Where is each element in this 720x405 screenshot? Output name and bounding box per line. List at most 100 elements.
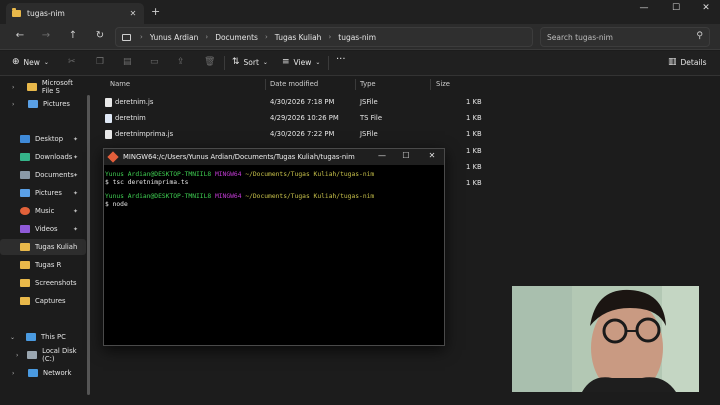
breadcrumb-item[interactable]: Yunus Ardian [150,33,199,42]
terminal-command-line: $ tsc deretnimprima.ts [105,179,189,186]
sidebar-item-microsoft-file[interactable]: › Microsoft File S [0,79,86,95]
pc-icon [122,33,131,41]
chevron-right-icon[interactable]: › [16,352,23,359]
minimize-button[interactable]: — [634,3,654,13]
rename-icon[interactable]: ▭ [150,57,159,67]
folder-icon [20,261,30,269]
tab-tugas-nim[interactable]: tugas-nim ✕ [6,3,144,24]
title-bar: tugas-nim ✕ + — ☐ ✕ [0,0,720,24]
sidebar-item-pictures[interactable]: Pictures ✦ [0,185,86,201]
js-file-icon [105,98,112,107]
breadcrumb[interactable]: › Yunus Ardian › Documents › Tugas Kulia… [115,27,533,47]
folder-icon [12,8,21,17]
file-name: deretnim [115,114,146,122]
file-name: deretnimprima.js [115,130,174,138]
sidebar-item-this-pc[interactable]: ⌄ This PC [0,329,86,345]
file-type: JSFile [360,98,378,106]
view-button[interactable]: ≡ View ⌄ [282,57,320,67]
sort-button[interactable]: ⇅ Sort ⌄ [232,57,268,67]
sidebar-item-pictures-lib[interactable]: › Pictures [0,96,86,112]
minimize-button[interactable]: — [374,151,390,160]
new-button[interactable]: ⊕ New ⌄ [12,57,49,67]
column-divider[interactable] [355,79,356,90]
sidebar-item-desktop[interactable]: Desktop ✦ [0,131,86,147]
plus-icon: ⊕ [12,57,20,67]
refresh-icon[interactable]: ↻ [93,30,107,41]
close-icon[interactable]: ✕ [128,9,138,18]
sidebar-item-label: Captures [35,297,66,305]
chevron-right-icon[interactable]: › [12,101,20,108]
file-row[interactable]: deretnim 4/29/2026 10:26 PM TS File 1 KB [100,112,500,127]
command-bar: ⊕ New ⌄ ✂ ❐ ▤ ▭ ⇪ 🗑 ⇅ Sort ⌄ ≡ View ⌄ ··… [0,51,720,76]
file-name: deretnim.js [115,98,154,106]
chevron-down-icon[interactable]: ⌄ [10,334,18,341]
sidebar-item-label: Tugas R [35,261,62,269]
breadcrumb-item[interactable]: tugas-nim [338,33,376,42]
close-button[interactable]: ✕ [696,3,716,13]
maximize-button[interactable]: ☐ [398,151,414,160]
folder-icon [20,243,30,251]
navigation-bar: ← → ↑ ↻ › Yunus Ardian › Documents › Tug… [0,24,720,50]
details-pane-icon: ▥ [668,57,677,67]
search-placeholder: Search tugas-nim [547,32,613,42]
sidebar-item-local-disk[interactable]: › Local Disk (C:) [0,347,86,363]
pictures-icon [28,100,38,108]
sidebar-item-network[interactable]: › Network [0,365,86,381]
cut-icon[interactable]: ✂ [68,57,76,67]
view-label: View [293,57,312,67]
sidebar-item-videos[interactable]: Videos ✦ [0,221,86,237]
sidebar-item-tugas-kuliah[interactable]: Tugas Kuliah [0,239,86,255]
column-divider[interactable] [430,79,431,90]
prompt-env: MINGW64 [214,171,242,178]
file-size: 1 KB [466,114,482,122]
terminal-title-bar[interactable]: MINGW64:/c/Users/Yunus Ardian/Documents/… [104,149,444,165]
maximize-button[interactable]: ☐ [666,3,686,13]
sidebar-item-tugas-r[interactable]: Tugas R [0,257,86,273]
file-size: 1 KB [466,98,482,106]
chevron-right-icon[interactable]: › [12,370,20,377]
chevron-right-icon[interactable]: › [12,84,19,91]
breadcrumb-item[interactable]: Documents [215,33,258,42]
sidebar-item-label: Local Disk (C:) [42,347,77,363]
terminal-title: MINGW64:/c/Users/Yunus Ardian/Documents/… [123,153,355,161]
paste-icon[interactable]: ▤ [123,57,132,67]
file-date: 4/29/2026 10:26 PM [270,114,339,122]
close-button[interactable]: ✕ [424,151,440,160]
sidebar-item-documents[interactable]: Documents ✦ [0,167,86,183]
file-type: JSFile [360,130,378,138]
copy-icon[interactable]: ❐ [96,57,104,67]
sidebar-item-downloads[interactable]: Downloads ✦ [0,149,86,165]
prompt-user: Yunus Ardian@DESKTOP-TMNIIL8 [105,171,212,178]
sidebar-item-captures[interactable]: Captures [0,293,86,309]
sidebar-item-label: Videos [35,225,58,233]
search-icon[interactable]: ⚲ [696,31,703,41]
share-icon[interactable]: ⇪ [177,57,185,67]
breadcrumb-item[interactable]: Tugas Kuliah [275,33,322,42]
column-header-date[interactable]: Date modified [270,80,318,88]
column-header-size[interactable]: Size [436,80,450,88]
column-header-type[interactable]: Type [360,80,376,88]
folder-icon [26,83,37,91]
file-row[interactable]: deretnimprima.js 4/30/2026 7:22 PM JSFil… [100,128,500,143]
downloads-icon [20,153,30,161]
column-divider[interactable] [265,79,266,90]
terminal-window[interactable]: MINGW64:/c/Users/Yunus Ardian/Documents/… [103,148,445,346]
search-input[interactable]: Search tugas-nim ⚲ [540,27,710,47]
sidebar-item-screenshots[interactable]: Screenshots [0,275,86,291]
details-button[interactable]: ▥ Details [668,57,707,67]
column-header-name[interactable]: Name [110,80,130,88]
prompt-env: MINGW64 [214,193,242,200]
sidebar-item-music[interactable]: Music ✦ [0,203,86,219]
delete-icon[interactable]: 🗑 [204,57,215,67]
pin-icon: ✦ [72,189,78,197]
prompt-path: ~/Documents/Tugas Kuliah/tugas-nim [245,193,375,200]
back-arrow-icon[interactable]: ← [13,30,27,41]
up-arrow-icon[interactable]: ↑ [66,30,80,41]
pictures-icon [20,189,30,197]
forward-arrow-icon[interactable]: → [39,30,53,41]
sidebar-item-label: Documents [35,171,74,179]
more-options-button[interactable]: ··· [336,54,346,65]
new-tab-button[interactable]: + [151,5,160,18]
file-row[interactable]: deretnim.js 4/30/2026 7:18 PM JSFile 1 K… [100,96,500,111]
pin-icon: ✦ [72,135,78,143]
